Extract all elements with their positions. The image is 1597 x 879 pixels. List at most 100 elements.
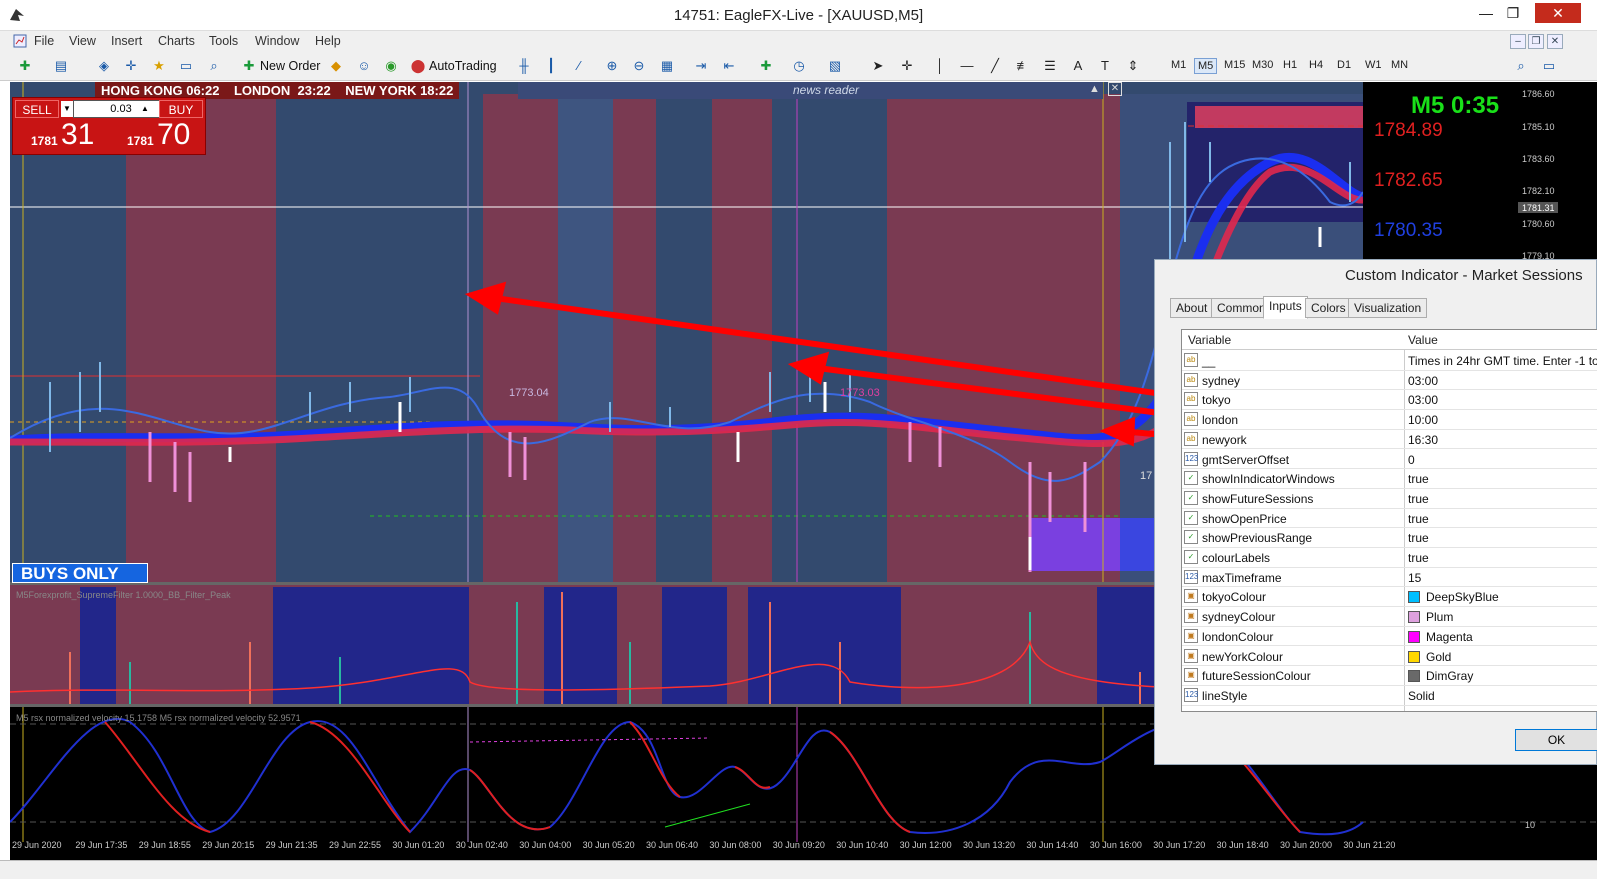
color-swatch[interactable]	[1408, 630, 1420, 643]
search-icon[interactable]: ⌕	[1512, 57, 1530, 75]
input-value[interactable]: DeepSkyBlue	[1426, 590, 1499, 604]
strategy-tester-icon[interactable]: ⌕	[205, 57, 223, 75]
timeframe-d1[interactable]: D1	[1334, 58, 1354, 72]
input-value[interactable]: Solid	[1408, 689, 1435, 703]
templates-icon[interactable]: ▧	[826, 57, 844, 75]
bar-chart-icon[interactable]: ╫	[515, 57, 533, 75]
timeframe-m15[interactable]: M15	[1221, 58, 1248, 72]
zoom-in-icon[interactable]: ⊕	[603, 57, 621, 75]
input-value[interactable]: 16:30	[1408, 433, 1438, 447]
new-chart-icon[interactable]: ✚	[16, 57, 34, 75]
favorites-icon[interactable]: ★	[150, 57, 168, 75]
signals-icon[interactable]: ◉	[382, 57, 400, 75]
input-row-newYorkColour[interactable]: ▣ newYorkColour Gold	[1182, 647, 1597, 667]
sell-price[interactable]: 1781 31	[13, 118, 103, 154]
autoscroll-icon[interactable]: ⇤	[720, 57, 738, 75]
navigator-icon[interactable]: ✛	[122, 57, 140, 75]
color-swatch[interactable]	[1408, 611, 1420, 624]
horizontal-line-icon[interactable]: —	[958, 57, 976, 75]
menu-window[interactable]: Window	[255, 34, 299, 48]
input-value[interactable]: 0	[1408, 453, 1415, 467]
text-label-icon[interactable]: T	[1096, 57, 1114, 75]
ok-button[interactable]: OK	[1515, 729, 1597, 751]
profiles-icon[interactable]: ▤	[52, 57, 70, 75]
input-row-gmtServerOffset[interactable]: 123 gmtServerOffset 0	[1182, 450, 1597, 470]
input-value[interactable]: Gold	[1426, 650, 1451, 664]
lot-up-icon[interactable]: ▲	[139, 101, 151, 117]
channel-icon[interactable]: ≢	[1014, 57, 1032, 75]
variable-column-header[interactable]: Variable	[1188, 333, 1231, 347]
new-order-button[interactable]: New Order	[260, 56, 320, 76]
buy-price[interactable]: 1781 70	[109, 118, 199, 154]
input-row-showPreviousRange[interactable]: ✓ showPreviousRange true	[1182, 528, 1597, 548]
tab-colors[interactable]: Colors	[1305, 298, 1352, 318]
input-value[interactable]: true	[1408, 512, 1429, 526]
input-row-colourLabels[interactable]: ✓ colourLabels true	[1182, 548, 1597, 568]
timeframe-w1[interactable]: W1	[1362, 58, 1385, 72]
lot-size-input[interactable]: 0.03	[73, 100, 169, 118]
indicators-icon[interactable]: ✚	[757, 57, 775, 75]
tab-about[interactable]: About	[1170, 298, 1214, 318]
cursor-icon[interactable]: ➤	[869, 57, 887, 75]
menu-view[interactable]: View	[69, 34, 96, 48]
input-value[interactable]: Plum	[1426, 610, 1453, 624]
sell-button[interactable]: SELL	[15, 100, 59, 118]
color-swatch[interactable]	[1408, 650, 1420, 663]
input-row-futureSessionColour[interactable]: ▣ futureSessionColour DimGray	[1182, 666, 1597, 686]
maximize-button[interactable]: ❐	[1500, 3, 1526, 23]
close-button[interactable]: ✕	[1535, 3, 1581, 23]
input-value[interactable]: 03:00	[1408, 374, 1438, 388]
fibonacci-icon[interactable]: ☰	[1041, 57, 1059, 75]
line-chart-icon[interactable]: ∕	[570, 57, 588, 75]
vertical-line-icon[interactable]: │	[931, 57, 949, 75]
mdi-close-button[interactable]: ✕	[1547, 34, 1563, 49]
mdi-minimize-button[interactable]: –	[1510, 34, 1526, 49]
input-value[interactable]: true	[1408, 531, 1429, 545]
input-row-maxTimeframe[interactable]: 123 maxTimeframe 15	[1182, 568, 1597, 588]
input-row-showInIndicatorWindows[interactable]: ✓ showInIndicatorWindows true	[1182, 469, 1597, 489]
input-row-showFutureSessions[interactable]: ✓ showFutureSessions true	[1182, 489, 1597, 509]
input-row-lineStyle[interactable]: 123 lineStyle Solid	[1182, 686, 1597, 706]
users-icon[interactable]: ☺	[355, 57, 373, 75]
buy-button[interactable]: BUY	[159, 100, 203, 118]
news-close-icon[interactable]: ✕	[1108, 82, 1122, 96]
input-row-london[interactable]: ab london 10:00	[1182, 410, 1597, 430]
tab-visualization[interactable]: Visualization	[1348, 298, 1428, 318]
input-value[interactable]: 15	[1408, 571, 1421, 585]
minimize-button[interactable]: —	[1473, 3, 1499, 23]
input-row-showOpenPrice[interactable]: ✓ showOpenPrice true	[1182, 509, 1597, 529]
input-value[interactable]: 03:00	[1408, 393, 1438, 407]
tab-inputs[interactable]: Inputs	[1263, 296, 1308, 319]
text-tool-icon[interactable]: A	[1069, 57, 1087, 75]
trendline-icon[interactable]: ╱	[986, 57, 1004, 75]
input-value[interactable]: true	[1408, 472, 1429, 486]
chat-icon[interactable]: ▭	[1540, 57, 1558, 75]
timeframe-m1[interactable]: M1	[1168, 58, 1189, 72]
terminal-icon[interactable]: ▭	[177, 57, 195, 75]
tile-windows-icon[interactable]: ▦	[658, 57, 676, 75]
lot-down-icon[interactable]: ▼	[61, 101, 73, 117]
input-value[interactable]: DimGray	[1426, 669, 1473, 683]
color-swatch[interactable]	[1408, 670, 1420, 683]
menu-insert[interactable]: Insert	[111, 34, 142, 48]
market-watch-icon[interactable]: ◈	[95, 57, 113, 75]
input-row-londonColour[interactable]: ▣ londonColour Magenta	[1182, 627, 1597, 647]
timeframe-mn[interactable]: MN	[1388, 58, 1411, 72]
metaeditor-icon[interactable]: ◆	[327, 57, 345, 75]
menu-tools[interactable]: Tools	[209, 34, 238, 48]
arrows-tool-icon[interactable]: ⇕	[1124, 57, 1142, 75]
periods-icon[interactable]: ◷	[790, 57, 808, 75]
value-column-header[interactable]: Value	[1408, 333, 1438, 347]
input-row-sydney[interactable]: ab sydney 03:00	[1182, 371, 1597, 391]
timeframe-h4[interactable]: H4	[1306, 58, 1326, 72]
input-value[interactable]: 10:00	[1408, 413, 1438, 427]
timeframe-m5[interactable]: M5	[1194, 58, 1218, 74]
input-row-tokyoColour[interactable]: ▣ tokyoColour DeepSkyBlue	[1182, 587, 1597, 608]
menu-file[interactable]: File	[34, 34, 54, 48]
collapse-icon[interactable]: ▲	[1089, 83, 1100, 95]
mdi-restore-button[interactable]: ❐	[1528, 34, 1544, 49]
color-swatch[interactable]	[1408, 591, 1420, 604]
menu-help[interactable]: Help	[315, 34, 341, 48]
input-value[interactable]: true	[1408, 492, 1429, 506]
input-value[interactable]: Times in 24hr GMT time. Enter -1 to	[1408, 354, 1597, 368]
